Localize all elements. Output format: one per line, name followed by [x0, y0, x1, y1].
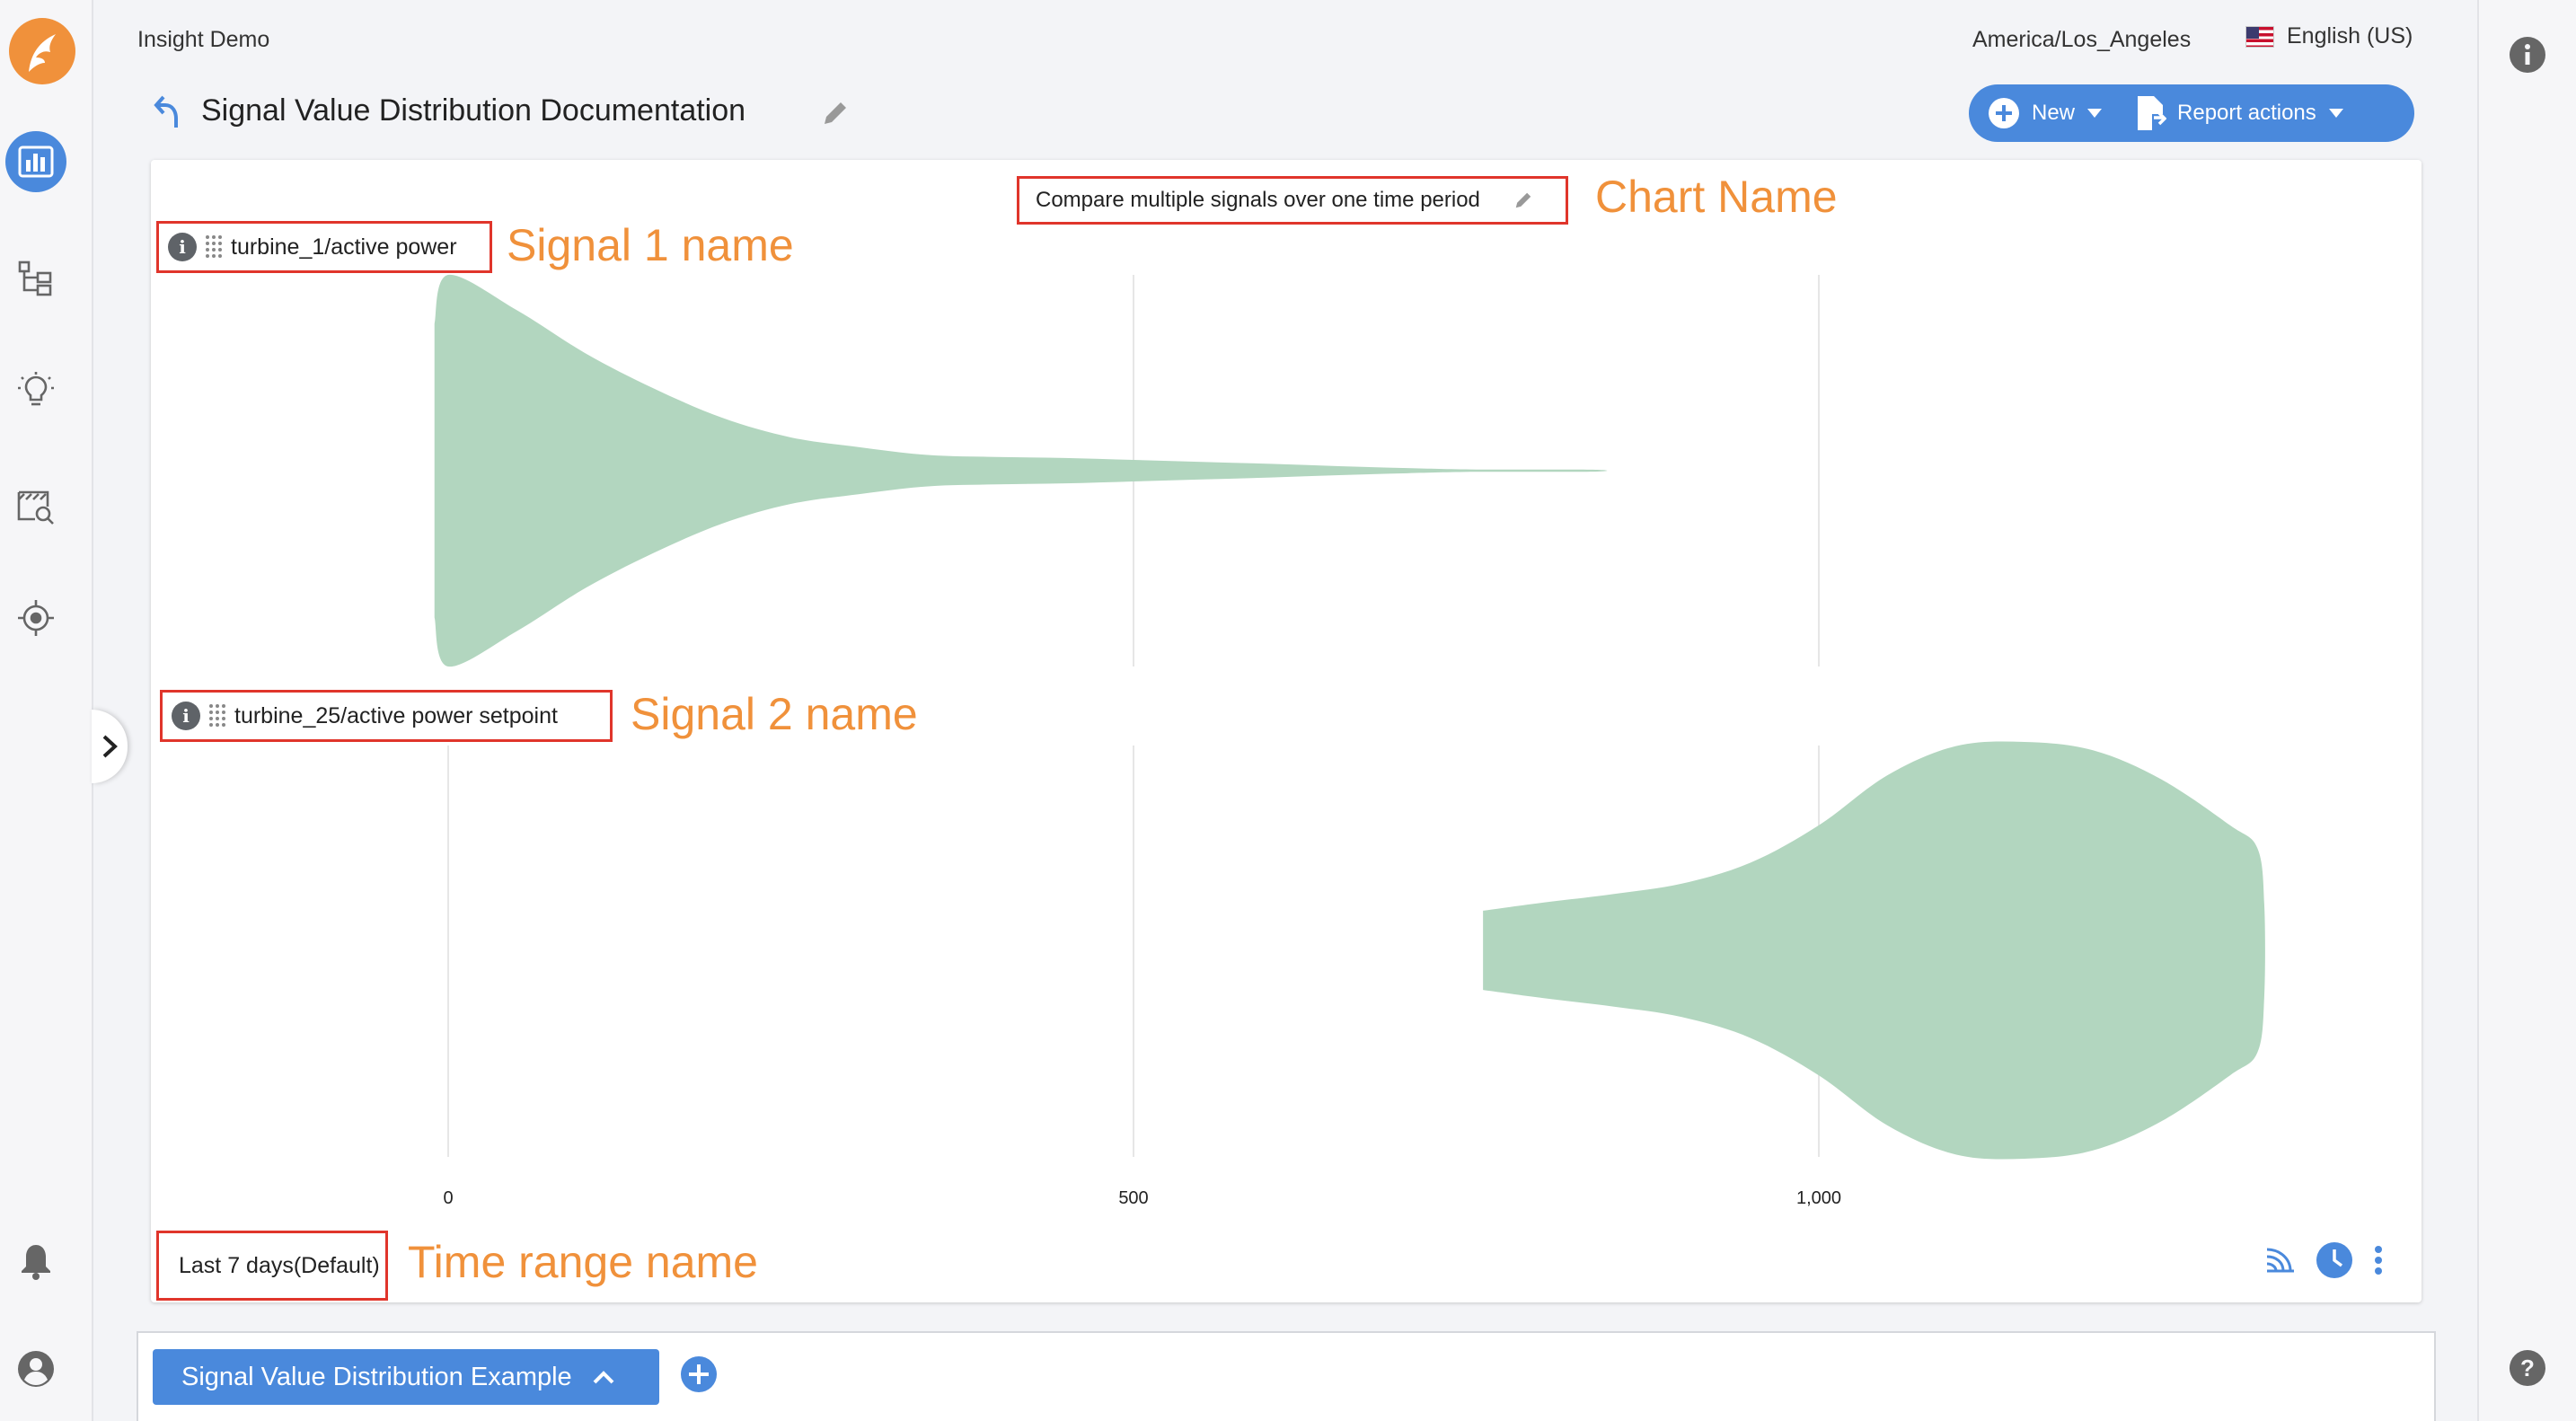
chart-name[interactable]: Compare multiple signals over one time p… [1017, 176, 1568, 225]
timezone-selector[interactable]: America/Los_Angeles [1972, 27, 2191, 53]
violin-series-1 [434, 274, 1608, 667]
report-actions-button[interactable]: Report actions [2136, 84, 2345, 142]
chart-name-label: Compare multiple signals over one time p… [1036, 188, 1480, 212]
search-events-icon[interactable] [5, 476, 66, 537]
report-export-icon [2138, 96, 2167, 130]
header-actions: New Report actions [1969, 84, 2414, 142]
chevron-up-icon[interactable] [592, 1370, 615, 1384]
us-flag-icon [2245, 25, 2274, 48]
plus-circle-icon [681, 1356, 717, 1392]
language-selector[interactable]: English (US) [2245, 23, 2413, 49]
drag-handle-icon[interactable] [206, 235, 222, 259]
worksheet-tab-label: Signal Value Distribution Example [181, 1362, 572, 1391]
signal-1-name: turbine_1/active power [231, 234, 457, 260]
help-icon[interactable]: ? [2509, 1349, 2546, 1387]
violin-chart: 0 500 1,000 [434, 274, 2265, 1208]
chart-tools [2263, 1241, 2384, 1279]
chart-name-annotation: Chart Name [1595, 172, 1838, 222]
svg-text:?: ? [2520, 1355, 2535, 1381]
time-range-label: Last 7 days(Default) [179, 1252, 380, 1278]
target-icon[interactable] [5, 587, 66, 649]
chevron-right-icon [102, 735, 118, 758]
language-label: English (US) [2287, 23, 2413, 49]
app-logo-icon[interactable] [9, 18, 75, 84]
x-tick-label-0: 0 [443, 1188, 453, 1208]
caret-down-icon [2087, 109, 2103, 118]
time-range-annotation: Time range name [408, 1237, 758, 1287]
back-arrow-icon[interactable] [153, 93, 189, 134]
page-title[interactable]: Signal Value Distribution Documentation [201, 93, 745, 128]
signal-1-label[interactable]: i turbine_1/active power [156, 221, 492, 273]
signal-info-icon[interactable]: i [168, 233, 197, 261]
edit-chart-name-pencil-icon[interactable] [1513, 190, 1533, 210]
time-range-selector[interactable]: Last 7 days(Default) [156, 1231, 388, 1301]
info-icon[interactable] [2509, 36, 2546, 74]
signal-1-annotation: Signal 1 name [507, 220, 794, 270]
plus-circle-icon [1989, 98, 2019, 128]
signal-feed-icon[interactable] [2263, 1246, 2296, 1275]
analysis-nav-icon[interactable] [5, 131, 66, 192]
expand-sidebar-button[interactable] [92, 710, 128, 783]
asset-tree-icon[interactable] [5, 248, 66, 309]
clock-icon[interactable] [2316, 1241, 2353, 1279]
left-sidebar [0, 0, 93, 1421]
insights-lightbulb-icon[interactable] [5, 359, 66, 420]
notifications-bell-icon[interactable] [5, 1231, 66, 1292]
right-sidebar: ? [2477, 0, 2576, 1421]
edit-title-pencil-icon[interactable] [821, 99, 850, 132]
violin-series-2 [1483, 741, 2265, 1160]
user-account-icon[interactable] [5, 1338, 66, 1399]
caret-down-icon [2328, 109, 2343, 118]
report-actions-label: Report actions [2177, 101, 2316, 125]
x-tick-label-2: 1,000 [1796, 1188, 1841, 1208]
add-worksheet-button[interactable] [679, 1355, 719, 1399]
worksheet-tab[interactable]: Signal Value Distribution Example [153, 1349, 659, 1405]
x-tick-label-1: 500 [1118, 1188, 1148, 1208]
more-options-icon[interactable] [2373, 1245, 2384, 1275]
new-button[interactable]: New [1987, 84, 2104, 142]
new-button-label: New [2032, 101, 2076, 125]
workbook-name[interactable]: Insight Demo [137, 27, 269, 53]
